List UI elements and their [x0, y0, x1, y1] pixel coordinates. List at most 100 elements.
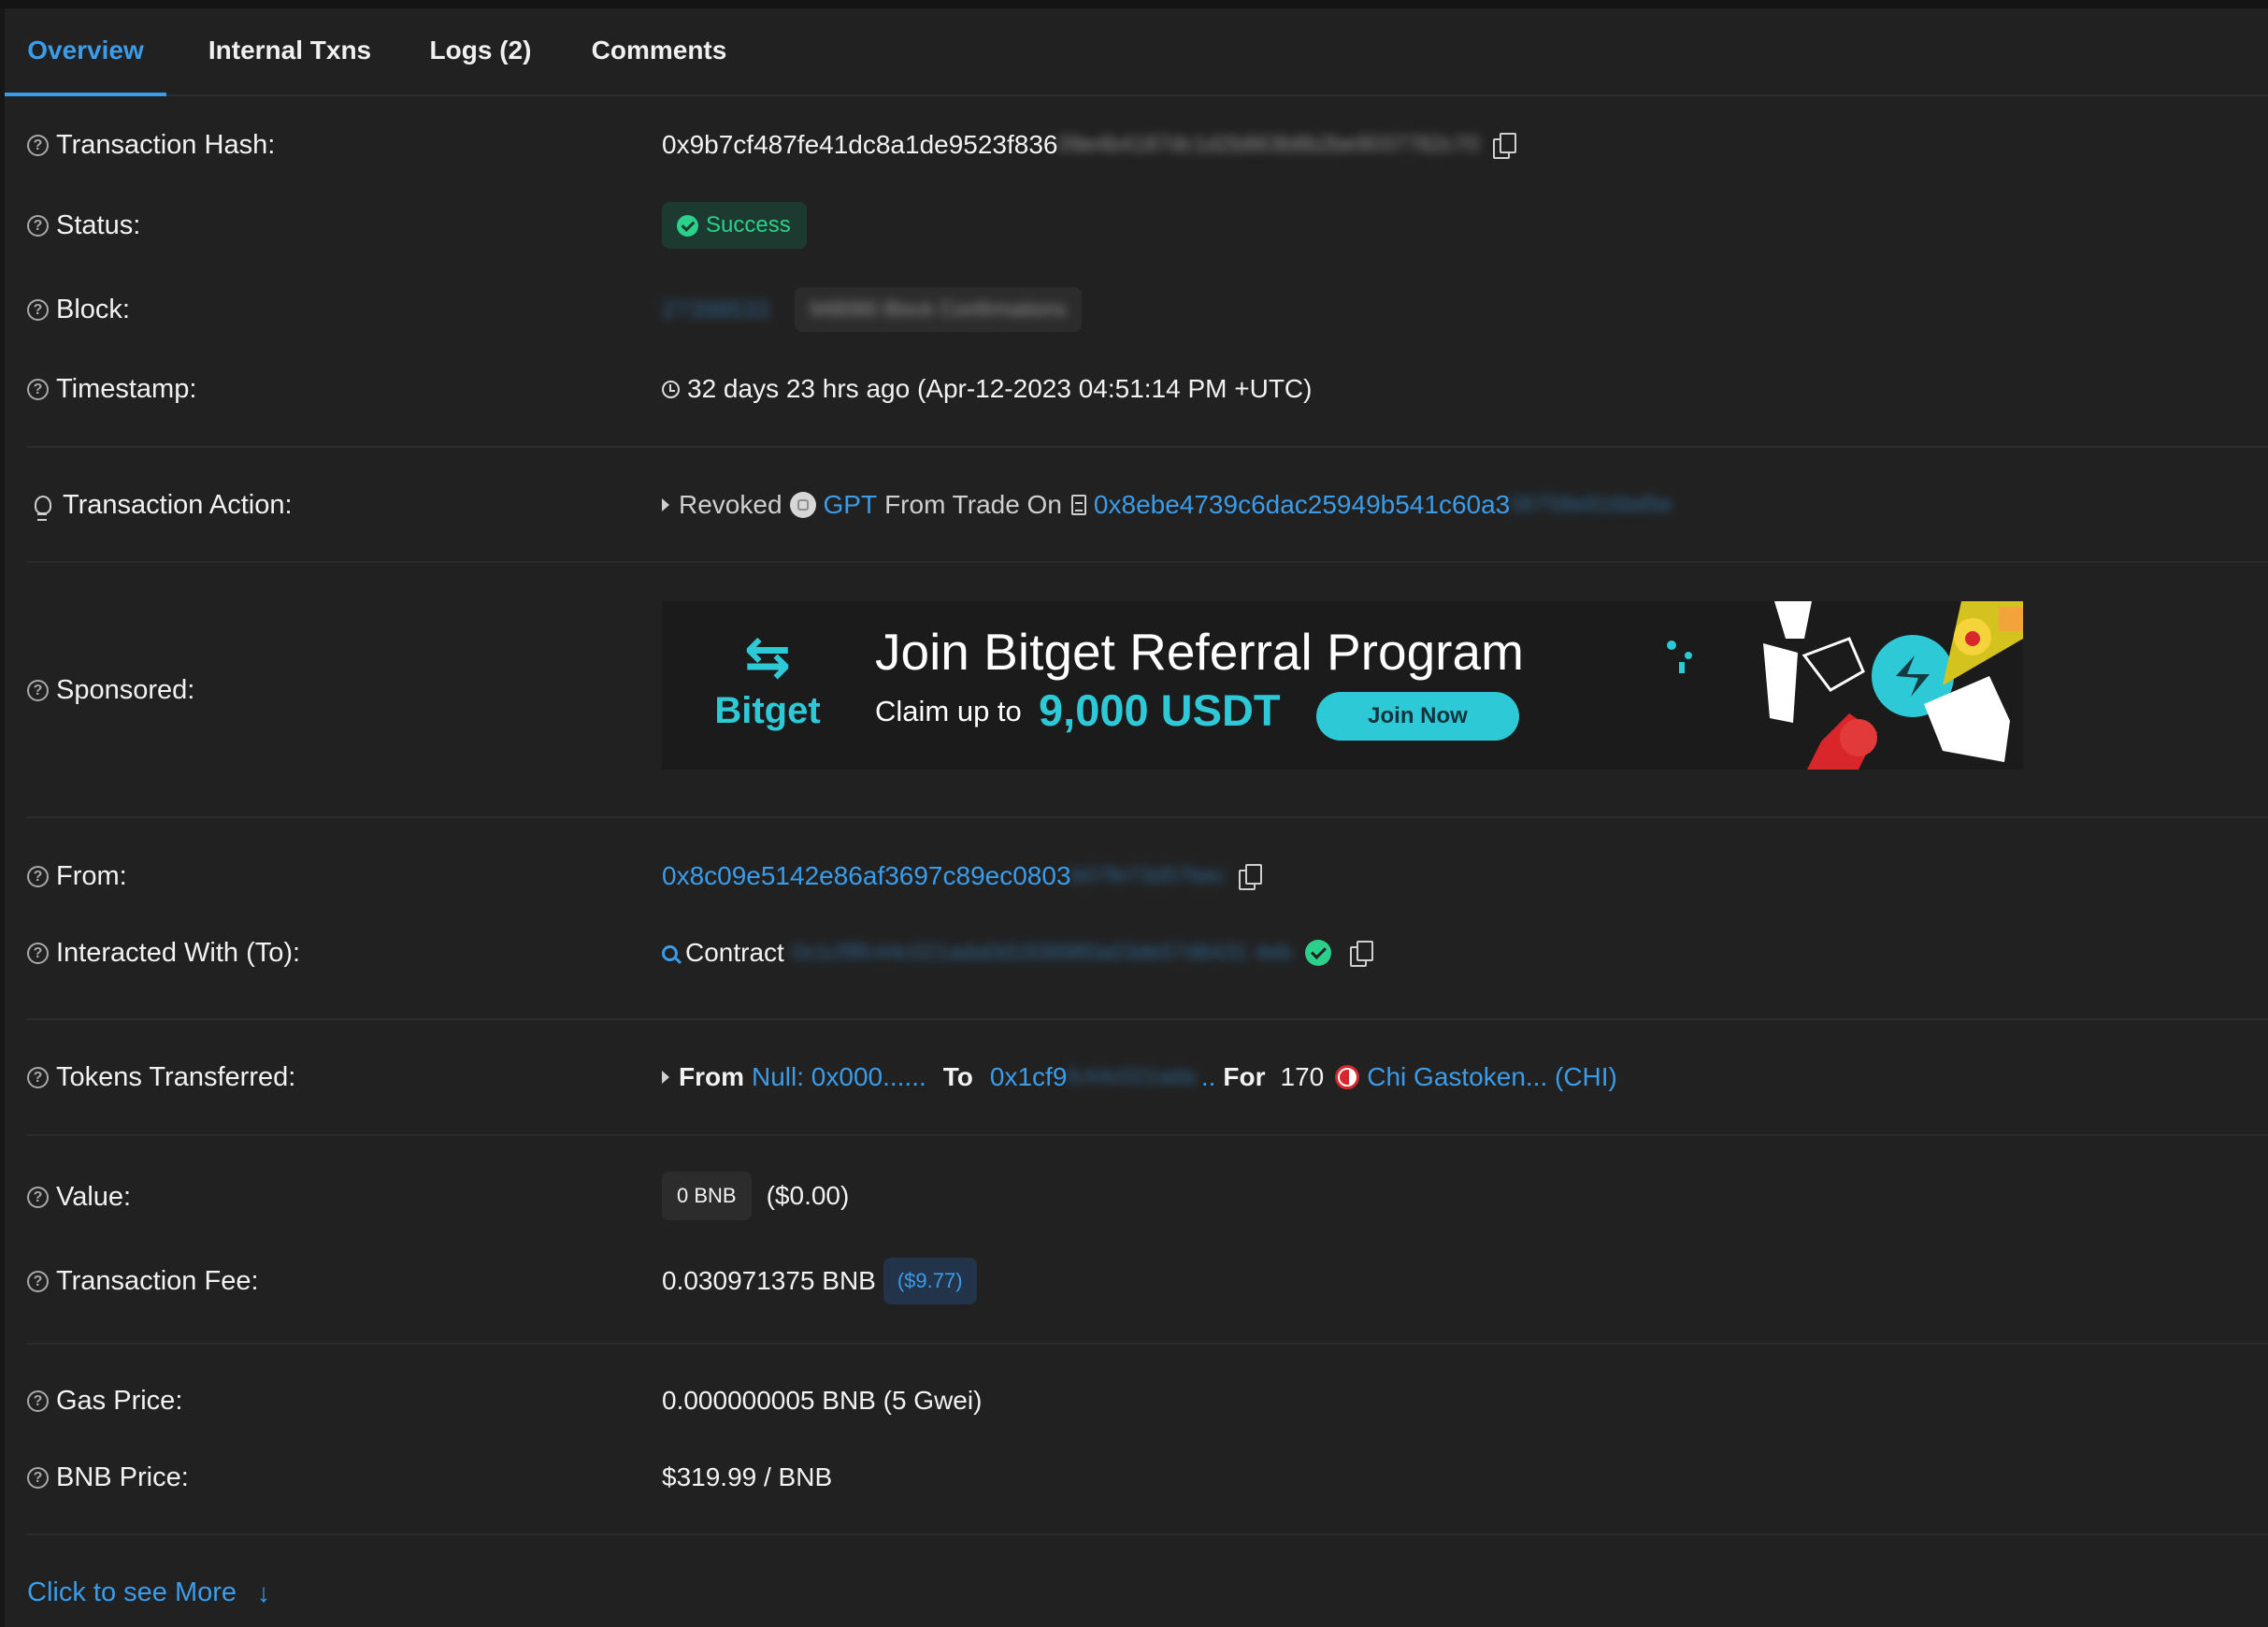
contract-address-link[interactable]: 0x1cf9fc44c021ada0d1838980a03de57d6431 4… [792, 940, 1292, 966]
divider [27, 1343, 2268, 1345]
tab-comments[interactable]: Comments [566, 8, 753, 94]
gas-price-text: 0.000000005 BNB (5 Gwei) [662, 1386, 983, 1415]
banner-title: Join Bitget Referral Program [875, 623, 1524, 681]
divider [27, 1533, 2268, 1535]
tab-logs[interactable]: Logs (2) [410, 8, 551, 94]
tokens-token-link[interactable]: Chi Gastoken... (CHI) [1367, 1062, 1617, 1092]
value-amount: 0 BNB [677, 1184, 737, 1207]
tokens-label: ? Tokens Transferred: [27, 1058, 295, 1096]
bnb-price-label: ? BNB Price: [27, 1459, 189, 1496]
copy-icon[interactable] [1237, 863, 1263, 890]
timestamp-label-text: Timestamp: [56, 373, 197, 404]
divider [27, 1018, 2268, 1020]
question-circle-icon[interactable]: ? [27, 298, 49, 321]
question-circle-icon[interactable]: ? [27, 1186, 49, 1208]
tx-action-value: Revoked GPT From Trade On 0x8ebe4739c6da… [662, 486, 1672, 524]
from-address-link[interactable]: 0x8c09e5142e86af3697c89ec0803 [662, 861, 1071, 891]
value-label: ? Value: [27, 1178, 131, 1216]
tab-overview[interactable]: Overview [5, 8, 166, 96]
status-label-text: Status: [56, 209, 141, 240]
value-usd: ($0.00) [766, 1181, 850, 1210]
question-circle-icon[interactable]: ? [27, 214, 49, 237]
banner-artwork [1667, 601, 2023, 770]
block-confirmations-text: 948080 Block Confirmations [809, 297, 1067, 321]
timestamp-label: ? Timestamp: [27, 370, 196, 408]
fee-usd-badge: ($9.77) [883, 1258, 977, 1304]
caret-right-icon[interactable] [662, 1071, 669, 1084]
divider [27, 561, 2268, 563]
value-amount-badge: 0 BNB [662, 1172, 752, 1220]
interacted-label: ? Interacted With (To): [27, 934, 300, 972]
status-label: ? Status: [27, 207, 140, 244]
divider [27, 446, 2268, 448]
join-now-button[interactable]: Join Now [1316, 692, 1519, 741]
copy-icon[interactable] [1348, 940, 1373, 967]
block-label: ? Block: [27, 291, 130, 328]
tab-internal-txns[interactable]: Internal Txns [187, 8, 393, 94]
fee-amount: 0.030971375 BNB [662, 1266, 876, 1295]
tab-bar: Overview Internal Txns Logs (2) Comments [5, 8, 2268, 96]
tx-action-label: Transaction Action: [27, 486, 293, 524]
tokens-label-text: Tokens Transferred: [56, 1061, 296, 1092]
bnb-price-value: $319.99 / BNB [662, 1459, 832, 1496]
block-label-text: Block: [56, 294, 130, 324]
value-value: 0 BNB ($0.00) [662, 1172, 849, 1220]
question-circle-icon[interactable]: ? [27, 134, 49, 156]
fee-label-text: Transaction Fee: [56, 1265, 259, 1296]
block-confirmations-badge: 948080 Block Confirmations [794, 287, 1082, 332]
question-circle-icon[interactable]: ? [27, 865, 49, 887]
question-circle-icon[interactable]: ? [27, 942, 49, 964]
fee-value: 0.030971375 BNB ($9.77) [662, 1258, 977, 1304]
see-more-text: Click to see More [27, 1577, 237, 1607]
tokens-from-link[interactable]: Null: 0x000...... [752, 1062, 926, 1092]
tx-hash-obscured: 09e4b4187dc1d2b863b8b2be9037782c70 [1057, 132, 1480, 157]
question-circle-icon[interactable]: ? [27, 1466, 49, 1489]
question-circle-icon[interactable]: ? [27, 1389, 49, 1412]
tx-action-verb: Revoked [679, 490, 782, 519]
from-value: 0x8c09e5142e86af3697c89ec0803 b07fe73d57… [662, 857, 1263, 895]
status-badge: Success [662, 202, 807, 249]
question-circle-icon[interactable]: ? [27, 378, 49, 400]
transaction-details-page: Overview Internal Txns Logs (2) Comments… [0, 0, 2268, 1627]
tx-action-token-link[interactable]: GPT [824, 490, 878, 520]
chi-token-icon [1335, 1065, 1360, 1089]
tokens-from-label: From [679, 1062, 744, 1091]
value-label-text: Value: [56, 1181, 132, 1212]
arrow-down-icon: ↓ [257, 1577, 271, 1607]
caret-right-icon[interactable] [662, 498, 669, 511]
tx-hash-value: 0x9b7cf487fe41dc8a1de9523f836 09e4b4187d… [662, 126, 1516, 164]
question-circle-icon[interactable]: ? [27, 1066, 49, 1088]
from-label-text: From: [56, 860, 127, 891]
status-text: Success [706, 212, 791, 238]
interacted-label-text: Interacted With (To): [56, 937, 301, 968]
tx-action-middle: From Trade On [884, 490, 1062, 519]
sponsored-label: ? Sponsored: [27, 671, 194, 709]
question-circle-icon[interactable]: ? [27, 679, 49, 701]
verified-check-icon [1305, 940, 1331, 966]
tx-hash-label: ? Transaction Hash: [27, 126, 275, 164]
block-number-link[interactable]: 27398533 [662, 295, 770, 324]
copy-icon[interactable] [1491, 132, 1516, 159]
token-gpt-icon [789, 492, 816, 518]
tokens-to-link[interactable]: 0x1cf9 [990, 1062, 1068, 1092]
divider [27, 816, 2268, 818]
tokens-for-label: For [1223, 1062, 1266, 1091]
question-circle-icon[interactable]: ? [27, 1270, 49, 1292]
check-circle-icon [677, 214, 698, 237]
tokens-value: From Null: 0x000...... To 0x1cf9 fc44c02… [662, 1058, 1617, 1096]
gas-price-value: 0.000000005 BNB (5 Gwei) [662, 1382, 982, 1419]
sponsored-label-text: Sponsored: [56, 674, 195, 705]
tokens-amount: 170 [1280, 1062, 1325, 1091]
from-address-obscured: b07fe73d57bec [1070, 863, 1227, 888]
interacted-prefix: Contract [685, 938, 784, 967]
tokens-to-obscured: fc44c021ada [1067, 1064, 1196, 1089]
status-value: Success [662, 202, 807, 249]
tx-action-label-text: Transaction Action: [63, 489, 293, 520]
tx-action-address-link[interactable]: 0x8ebe4739c6dac25949b541c60a3 [1094, 490, 1510, 520]
fee-label: ? Transaction Fee: [27, 1262, 259, 1300]
sponsored-banner[interactable]: ⇆ Bitget Join Bitget Referral Program Cl… [662, 601, 2023, 770]
zoom-search-icon[interactable] [662, 944, 678, 961]
tx-hash-label-text: Transaction Hash: [56, 129, 276, 160]
timestamp-text: 32 days 23 hrs ago (Apr-12-2023 04:51:14… [687, 374, 1313, 403]
see-more-link[interactable]: Click to see More ↓ [27, 1577, 270, 1608]
